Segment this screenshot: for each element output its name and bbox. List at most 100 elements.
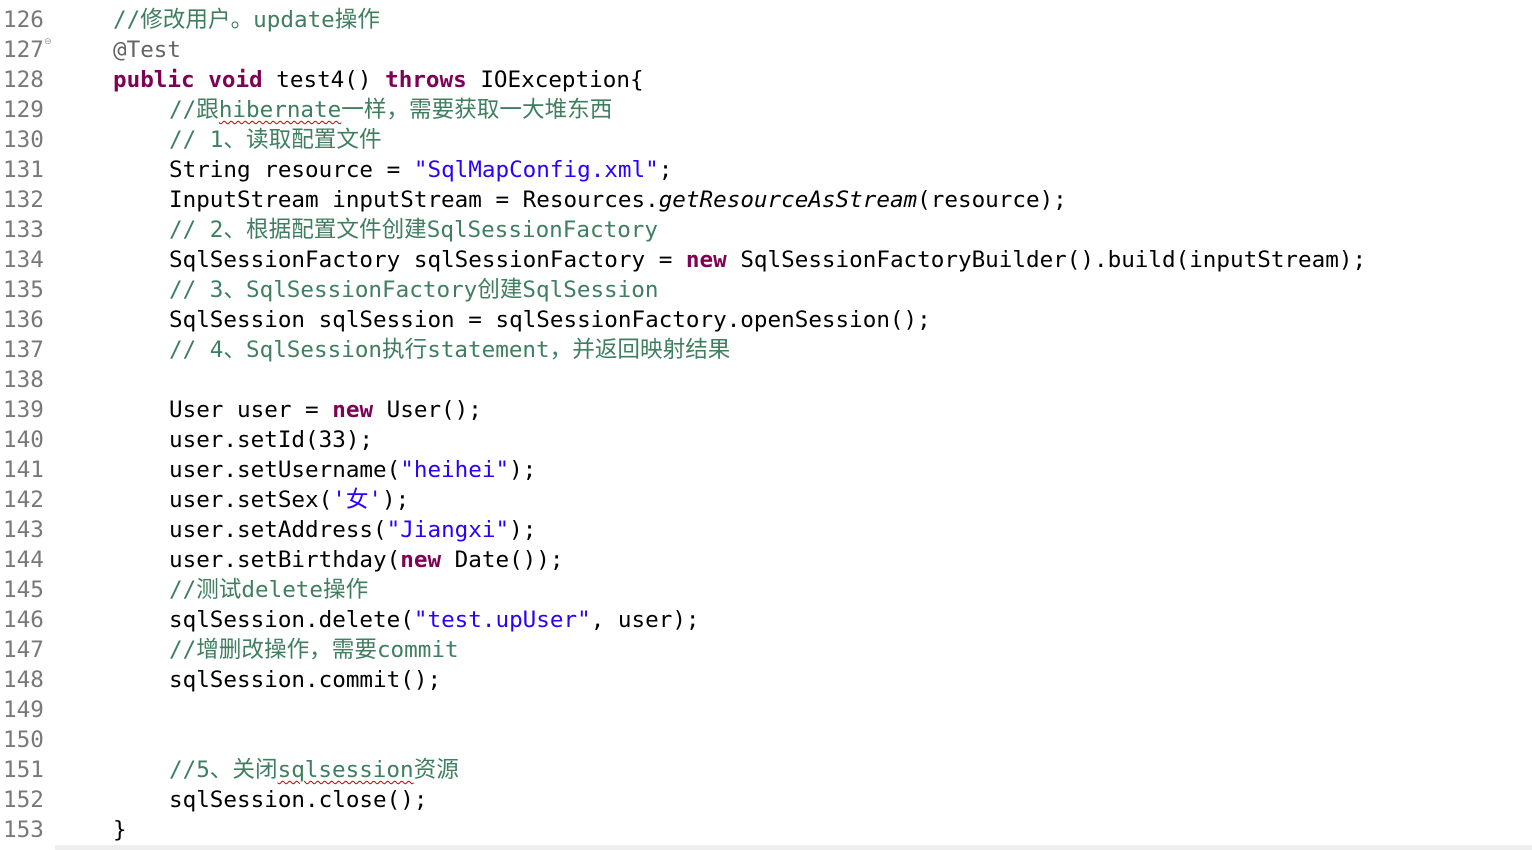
token-plain: user.setUsername( <box>169 457 401 483</box>
code-line[interactable]: 127 ⊖ @Test <box>0 35 1532 65</box>
code-line[interactable]: 133 // 2、根据配置文件创建SqlSessionFactory <box>0 215 1532 245</box>
code-line[interactable]: 137 // 4、SqlSession执行statement，并返回映射结果 <box>0 335 1532 365</box>
token-comment: // 2、根据配置文件创建SqlSessionFactory <box>169 217 658 243</box>
line-number: 126 <box>3 7 44 33</box>
token-comment: // 4、SqlSession执行statement，并返回映射结果 <box>169 337 731 363</box>
token-comment: //5、关闭 <box>169 757 278 783</box>
code-line[interactable]: 138 <box>0 365 1532 395</box>
code-line[interactable]: 148 sqlSession.commit(); <box>0 665 1532 695</box>
line-number: 134 <box>3 247 44 273</box>
line-number: 149 <box>3 697 44 723</box>
code-text: sqlSession.close(); <box>169 785 427 815</box>
code-line[interactable]: 129 //跟hibernate一样，需要获取一大堆东西 <box>0 95 1532 125</box>
code-text: sqlSession.delete("test.upUser", user); <box>169 605 700 635</box>
token-string: "test.upUser" <box>413 607 591 633</box>
code-line[interactable]: 128 public void test4() throws IOExceptio… <box>0 65 1532 95</box>
code-line[interactable]: 131 String resource = "SqlMapConfig.xml"; <box>0 155 1532 185</box>
code-line[interactable]: 144 user.setBirthday(new Date()); <box>0 545 1532 575</box>
code-line[interactable]: 139 User user = new User(); <box>0 395 1532 425</box>
line-number: 152 <box>3 787 44 813</box>
code-line[interactable]: 151 //5、关闭sqlsession资源 <box>0 755 1532 785</box>
line-number: 137 <box>3 337 44 363</box>
code-text: user.setId(33); <box>169 425 373 455</box>
code-text: SqlSessionFactory sqlSessionFactory = ne… <box>169 245 1366 275</box>
token-annotation: @Test <box>113 37 182 63</box>
code-text: public void test4() throws IOException{ <box>113 65 644 95</box>
token-comment: //修改用户。update操作 <box>113 7 380 33</box>
code-line[interactable]: 140 user.setId(33); <box>0 425 1532 455</box>
token-plain: test4() <box>262 67 386 93</box>
code-text: SqlSession sqlSession = sqlSessionFactor… <box>169 305 931 335</box>
code-line[interactable]: 142 user.setSex('女'); <box>0 485 1532 515</box>
token-plain: (resource); <box>917 187 1067 213</box>
line-number: 144 <box>3 547 44 573</box>
line-number: 128 <box>3 67 44 93</box>
token-comment: // 1、读取配置文件 <box>169 127 382 153</box>
token-keyword: throws <box>385 67 467 93</box>
line-number: 148 <box>3 667 44 693</box>
code-line[interactable]: 153} <box>0 815 1532 845</box>
line-number: 139 <box>3 397 44 423</box>
token-comment: //测试delete操作 <box>169 577 369 603</box>
code-line[interactable]: 143 user.setAddress("Jiangxi"); <box>0 515 1532 545</box>
token-plain: ); <box>509 517 537 543</box>
code-editor[interactable]: 126//修改用户。update操作 127 ⊖ @Test 128 public voi… <box>0 0 1532 850</box>
code-text: // 3、SqlSessionFactory创建SqlSession <box>169 275 658 305</box>
line-number: 143 <box>3 517 44 543</box>
code-text: InputStream inputStream = Resources.getR… <box>169 185 1067 215</box>
line-number: 132 <box>3 187 44 213</box>
code-line[interactable]: 152 sqlSession.close(); <box>0 785 1532 815</box>
line-number: 136 <box>3 307 44 333</box>
code-line[interactable]: 150 <box>0 725 1532 755</box>
token-string: '女' <box>332 487 383 513</box>
code-line[interactable]: 135 // 3、SqlSessionFactory创建SqlSession <box>0 275 1532 305</box>
code-text: //测试delete操作 <box>169 575 368 605</box>
code-line[interactable]: 149 <box>0 695 1532 725</box>
code-text: user.setSex('女'); <box>169 485 409 515</box>
line-number: 138 <box>3 367 44 393</box>
token-plain: String resource = <box>169 157 414 183</box>
token-plain: IOException{ <box>466 67 644 93</box>
code-line[interactable]: 145 //测试delete操作 <box>0 575 1532 605</box>
line-number: 150 <box>3 727 44 753</box>
token-plain: sqlSession.commit(); <box>169 667 442 693</box>
line-number: 141 <box>3 457 44 483</box>
code-text: user.setAddress("Jiangxi"); <box>169 515 536 545</box>
line-number: 151 <box>3 757 44 783</box>
fold-collapse-icon[interactable]: ⊖ <box>44 36 52 48</box>
token-comment: hibernate <box>218 97 342 123</box>
token-plain: , user); <box>590 607 700 633</box>
code-line[interactable]: 126 //修改用户。update操作 <box>0 5 1532 35</box>
token-plain: SqlSession sqlSession = sqlSessionFactor… <box>169 307 931 333</box>
token-plain: SqlSessionFactory sqlSessionFactory = <box>169 247 686 273</box>
code-line[interactable]: 134 SqlSessionFactory sqlSessionFactory =… <box>0 245 1532 275</box>
code-line[interactable]: 147 //增删改操作，需要commit <box>0 635 1532 665</box>
token-comment: sqlsession <box>277 757 414 783</box>
token-plain: user.setId(33); <box>169 427 374 453</box>
line-number: 129 <box>3 97 44 123</box>
code-line[interactable]: 146 sqlSession.delete("test.upUser", user… <box>0 605 1532 635</box>
code-line[interactable]: 130 // 1、读取配置文件 <box>0 125 1532 155</box>
token-comment: //跟 <box>169 97 219 123</box>
line-number: 140 <box>3 427 44 453</box>
code-line[interactable]: 132 InputStream inputStream = Resources.g… <box>0 185 1532 215</box>
token-plain: SqlSessionFactoryBuilder().build(inputSt… <box>726 247 1367 273</box>
code-text: String resource = "SqlMapConfig.xml"; <box>169 155 672 185</box>
line-number: 131 <box>3 157 44 183</box>
code-text: //5、关闭sqlsession资源 <box>169 755 459 785</box>
token-plain: } <box>113 817 127 843</box>
token-comment: // 3、SqlSessionFactory创建SqlSession <box>169 277 659 303</box>
code-text: user.setBirthday(new Date()); <box>169 545 564 575</box>
code-text: //修改用户。update操作 <box>113 5 380 35</box>
code-line[interactable]: 141 user.setUsername("heihei"); <box>0 455 1532 485</box>
line-number: 146 <box>3 607 44 633</box>
code-text: // 1、读取配置文件 <box>169 125 382 155</box>
code-text: //跟hibernate一样，需要获取一大堆东西 <box>169 95 612 125</box>
line-number: 133 <box>3 217 44 243</box>
line-number: 153 <box>3 817 44 843</box>
token-string: "SqlMapConfig.xml" <box>413 157 659 183</box>
token-keyword: public <box>113 67 195 93</box>
code-line[interactable]: 136 SqlSession sqlSession = sqlSessionFac… <box>0 305 1532 335</box>
code-text: } <box>113 815 127 845</box>
code-text: User user = new User(); <box>169 395 482 425</box>
